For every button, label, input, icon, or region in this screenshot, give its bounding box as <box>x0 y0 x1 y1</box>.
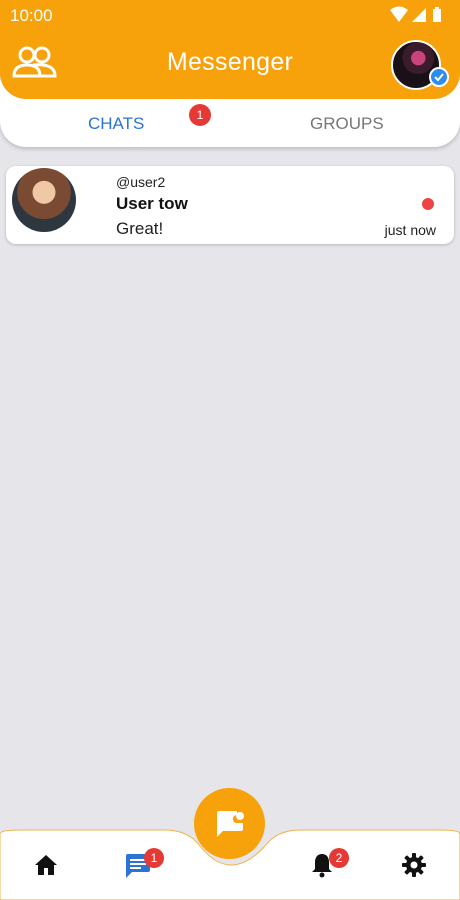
chats-tab-badge: 1 <box>189 104 211 126</box>
tab-chats[interactable]: CHATS <box>88 114 144 134</box>
new-message-button[interactable] <box>194 788 265 859</box>
chat-avatar <box>12 168 76 232</box>
tab-groups[interactable]: GROUPS <box>310 114 384 134</box>
chat-handle: @user2 <box>116 174 166 190</box>
gear-icon[interactable] <box>401 852 427 878</box>
chat-time: just now <box>384 222 436 238</box>
notification-nav-badge: 2 <box>329 848 349 868</box>
status-bar: 10:00 <box>0 0 460 30</box>
signal-icon <box>412 8 426 22</box>
status-icons <box>388 6 450 24</box>
unread-indicator <box>422 198 434 210</box>
wifi-icon <box>390 6 408 22</box>
chat-name: User tow <box>116 194 188 213</box>
chat-nav-badge: 1 <box>144 848 164 868</box>
new-message-icon <box>217 811 244 837</box>
verified-badge-icon <box>429 67 449 87</box>
chat-last-message: Great! <box>116 219 164 238</box>
app-header: 10:00 Messenger <box>0 0 460 99</box>
chat-list-item[interactable]: @user2 User tow Great! just now <box>6 166 454 244</box>
home-icon[interactable] <box>34 854 58 876</box>
battery-icon <box>433 7 441 22</box>
status-time: 10:00 <box>10 6 53 25</box>
